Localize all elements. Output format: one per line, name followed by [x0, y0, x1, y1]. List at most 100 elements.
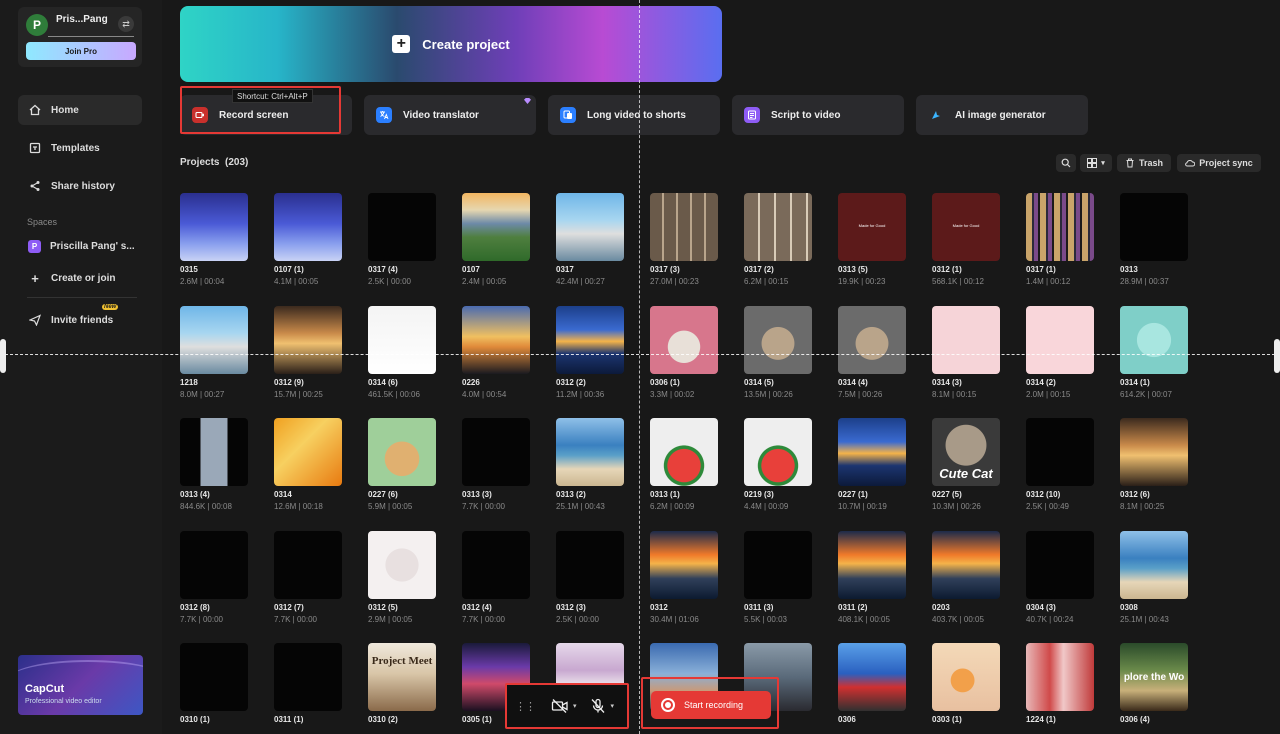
project-card[interactable]: 0317 (2) 6.2M | 00:15: [744, 193, 824, 298]
tool-ai-image-generator-button[interactable]: AI image generator: [916, 95, 1088, 135]
project-thumbnail[interactable]: [274, 306, 342, 374]
user-card[interactable]: P Pris...Pang ⇄ Join Pro: [18, 7, 142, 67]
project-thumbnail[interactable]: [462, 193, 530, 261]
project-card[interactable]: 0308 25.1M | 00:43: [1120, 531, 1200, 636]
project-thumbnail[interactable]: [368, 193, 436, 261]
project-card[interactable]: 0226 4.0M | 00:54: [462, 306, 542, 411]
project-thumbnail[interactable]: [180, 306, 248, 374]
project-card[interactable]: 0107 (1) 4.1M | 00:05: [274, 193, 354, 298]
project-thumbnail[interactable]: Project Meet: [368, 643, 436, 711]
project-thumbnail[interactable]: [1026, 193, 1094, 261]
project-thumbnail[interactable]: [368, 418, 436, 486]
project-card[interactable]: 0203 403.7K | 00:05: [932, 531, 1012, 636]
project-card[interactable]: 0311 (2) 408.1K | 00:05: [838, 531, 918, 636]
tool-script-to-video-button[interactable]: Script to video: [732, 95, 904, 135]
project-card[interactable]: 0314 12.6M | 00:18: [274, 418, 354, 523]
project-thumbnail[interactable]: [368, 531, 436, 599]
project-card[interactable]: Made for Good 0313 (5) 19.9K | 00:23: [838, 193, 918, 298]
project-card[interactable]: 0303 (1): [932, 643, 1012, 734]
project-card[interactable]: 0306 (1) 3.3M | 00:02: [650, 306, 730, 411]
project-thumbnail[interactable]: [932, 531, 1000, 599]
project-thumbnail[interactable]: [744, 193, 812, 261]
project-card[interactable]: 0313 (2) 25.1M | 00:43: [556, 418, 636, 523]
project-card[interactable]: 0312 (6) 8.1M | 00:25: [1120, 418, 1200, 523]
chevron-down-icon[interactable]: ▾: [573, 702, 577, 710]
create-project-button[interactable]: + Create project: [180, 6, 722, 82]
project-card[interactable]: 0312 (5) 2.9M | 00:05: [368, 531, 448, 636]
project-card[interactable]: 0314 (3) 8.1M | 00:15: [932, 306, 1012, 411]
project-card[interactable]: 0310 (1): [180, 643, 260, 734]
project-card[interactable]: Cute Cat 0227 (5) 10.3M | 00:26: [932, 418, 1012, 523]
project-card[interactable]: 0313 (3) 7.7K | 00:00: [462, 418, 542, 523]
project-thumbnail[interactable]: [556, 193, 624, 261]
microphone-toggle[interactable]: ▾: [589, 698, 615, 714]
project-thumbnail[interactable]: [274, 531, 342, 599]
project-card[interactable]: 0313 (4) 844.6K | 00:08: [180, 418, 260, 523]
project-card[interactable]: 0314 (4) 7.5M | 00:26: [838, 306, 918, 411]
right-resize-handle[interactable]: [1274, 339, 1280, 373]
project-thumbnail[interactable]: [744, 306, 812, 374]
project-card[interactable]: 0314 (6) 461.5K | 00:06: [368, 306, 448, 411]
sidebar-item-templates[interactable]: Templates: [18, 133, 142, 163]
project-thumbnail[interactable]: [556, 306, 624, 374]
project-thumbnail[interactable]: Made for Good: [932, 193, 1000, 261]
project-thumbnail[interactable]: Cute Cat: [932, 418, 1000, 486]
camera-toggle[interactable]: ▾: [551, 698, 577, 714]
project-card[interactable]: 0312 (7) 7.7K | 00:00: [274, 531, 354, 636]
project-card[interactable]: 0107 2.4M | 00:05: [462, 193, 542, 298]
project-card[interactable]: plore the Wo 0306 (4): [1120, 643, 1200, 734]
project-card[interactable]: 0314 (1) 614.2K | 00:07: [1120, 306, 1200, 411]
project-thumbnail[interactable]: [368, 306, 436, 374]
project-card[interactable]: 0311 (1): [274, 643, 354, 734]
project-thumbnail[interactable]: [1120, 531, 1188, 599]
trash-button[interactable]: Trash: [1117, 154, 1171, 172]
project-thumbnail[interactable]: [932, 306, 1000, 374]
project-thumbnail[interactable]: [1120, 193, 1188, 261]
project-card[interactable]: 0227 (6) 5.9M | 00:05: [368, 418, 448, 523]
start-recording-button[interactable]: Start recording: [651, 691, 771, 719]
project-thumbnail[interactable]: [1026, 418, 1094, 486]
tool-video-translator-button[interactable]: Video translator: [364, 95, 536, 135]
project-thumbnail[interactable]: [462, 531, 530, 599]
chevron-down-icon[interactable]: ▾: [611, 702, 615, 710]
project-card[interactable]: 0314 (5) 13.5M | 00:26: [744, 306, 824, 411]
project-thumbnail[interactable]: [274, 643, 342, 711]
project-card[interactable]: 0312 30.4M | 01:06: [650, 531, 730, 636]
project-card[interactable]: 0317 42.4M | 00:27: [556, 193, 636, 298]
project-thumbnail[interactable]: [274, 193, 342, 261]
project-card[interactable]: 0312 (3) 2.5K | 00:00: [556, 531, 636, 636]
create-or-join-space[interactable]: + Create or join: [18, 263, 142, 293]
project-card[interactable]: 0312 (9) 15.7M | 00:25: [274, 306, 354, 411]
project-card[interactable]: 0315 2.6M | 00:04: [180, 193, 260, 298]
project-thumbnail[interactable]: [650, 531, 718, 599]
project-card[interactable]: 1218 8.0M | 00:27: [180, 306, 260, 411]
sidebar-item-share-history[interactable]: Share history: [18, 171, 142, 201]
project-sync-button[interactable]: Project sync: [1177, 154, 1261, 172]
project-thumbnail[interactable]: [744, 531, 812, 599]
left-resize-handle[interactable]: [0, 339, 6, 373]
project-thumbnail[interactable]: [1026, 306, 1094, 374]
space-item[interactable]: P Priscilla Pang' s...: [18, 231, 142, 261]
project-thumbnail[interactable]: [1026, 531, 1094, 599]
project-card[interactable]: 0312 (8) 7.7K | 00:00: [180, 531, 260, 636]
project-thumbnail[interactable]: [1026, 643, 1094, 711]
project-thumbnail[interactable]: [180, 643, 248, 711]
project-card[interactable]: 0317 (1) 1.4M | 00:12: [1026, 193, 1106, 298]
project-thumbnail[interactable]: plore the Wo: [1120, 643, 1188, 711]
project-card[interactable]: 0317 (3) 27.0M | 00:23: [650, 193, 730, 298]
view-mode-button[interactable]: ▾: [1080, 154, 1112, 172]
project-thumbnail[interactable]: [838, 418, 906, 486]
project-thumbnail[interactable]: [838, 643, 906, 711]
project-card[interactable]: 0311 (3) 5.5K | 00:03: [744, 531, 824, 636]
project-card[interactable]: Made for Good 0312 (1) 568.1K | 00:12: [932, 193, 1012, 298]
project-thumbnail[interactable]: [1120, 306, 1188, 374]
project-thumbnail[interactable]: [650, 193, 718, 261]
project-card[interactable]: 1224 (1): [1026, 643, 1106, 734]
capcut-promo[interactable]: CapCut Professional video editor: [18, 655, 143, 715]
search-button[interactable]: [1056, 154, 1076, 172]
project-card[interactable]: 0306: [838, 643, 918, 734]
drag-handle-icon[interactable]: ⋮⋮: [515, 700, 536, 713]
project-card[interactable]: 0317 (4) 2.5K | 00:00: [368, 193, 448, 298]
project-card[interactable]: 0227 (1) 10.7M | 00:19: [838, 418, 918, 523]
project-thumbnail[interactable]: [274, 418, 342, 486]
